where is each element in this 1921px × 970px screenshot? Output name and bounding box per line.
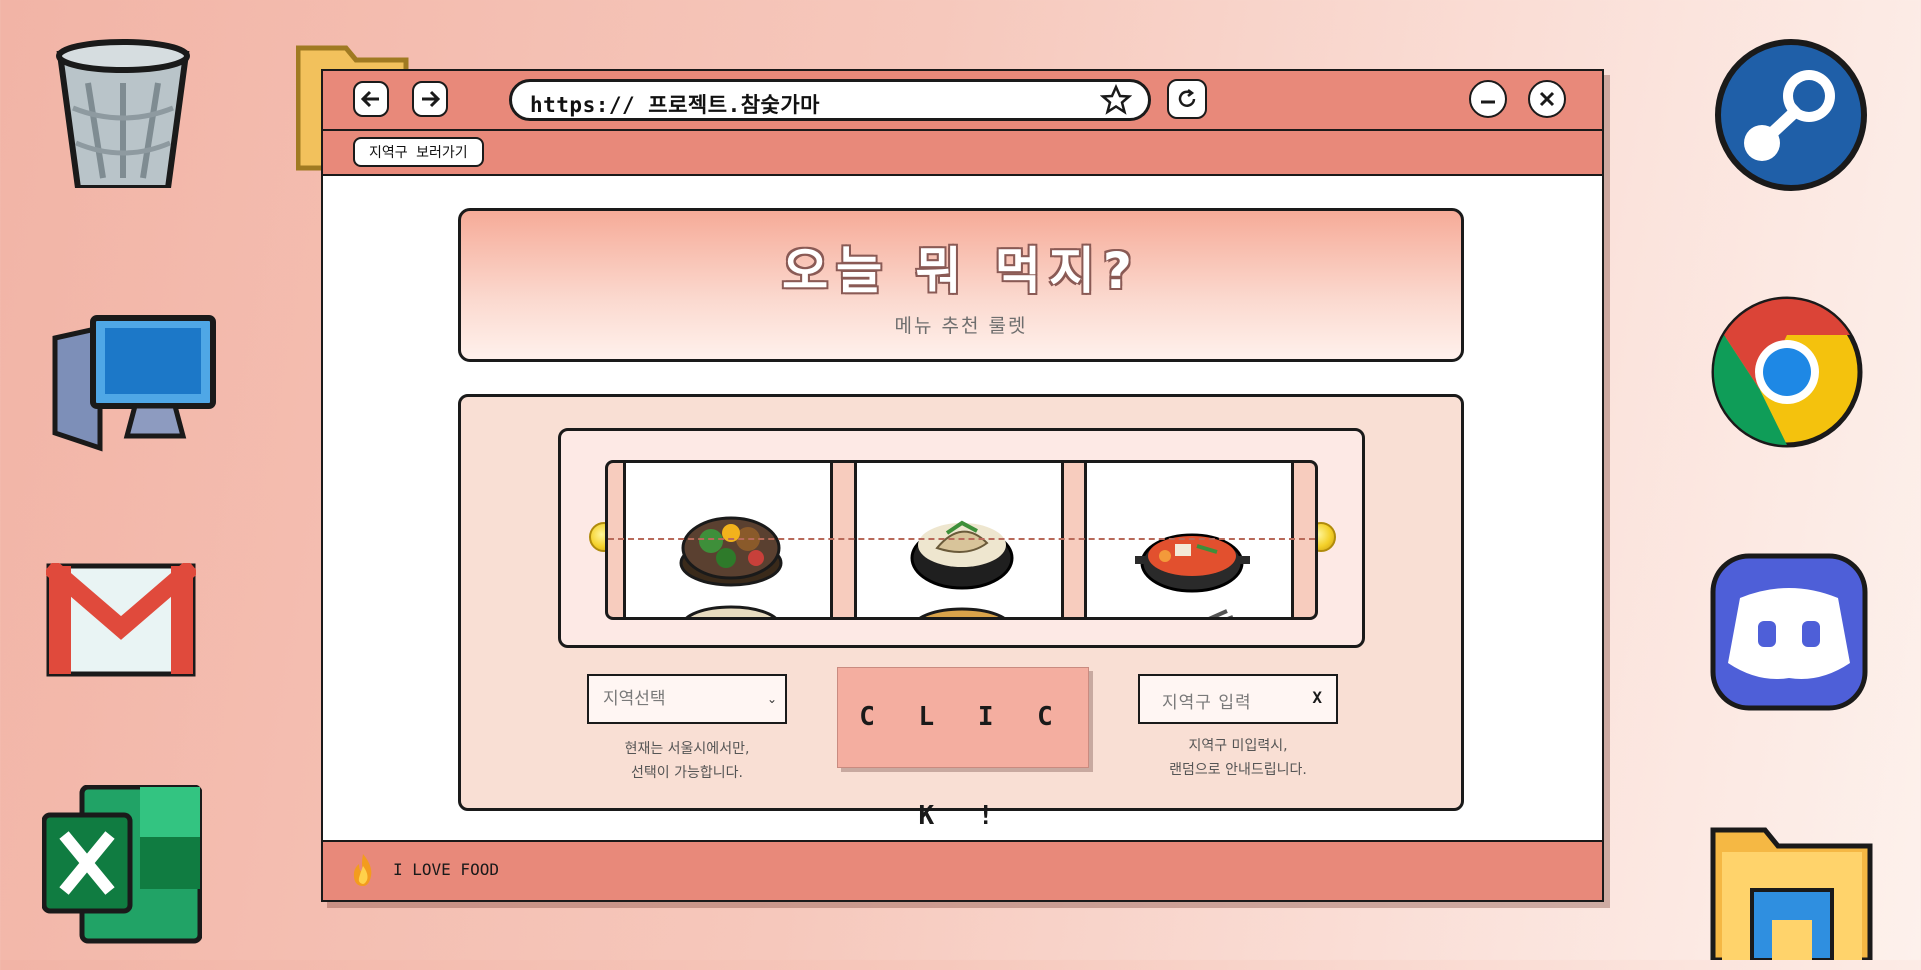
footer-text: I LOVE FOOD <box>393 860 499 879</box>
slot-reels <box>605 460 1318 620</box>
my-computer-icon[interactable] <box>45 308 216 458</box>
steam-icon[interactable] <box>1714 38 1867 191</box>
minimize-icon <box>1481 100 1495 104</box>
address-bar[interactable]: https:// 프로젝트.참숯가마 <box>509 79 1151 121</box>
district-note: 지역구 미입력시, 랜덤으로 안내드립니다. <box>1169 738 1307 778</box>
title-bar: https:// 프로젝트.참숯가마 <box>323 71 1602 131</box>
file-explorer-icon[interactable] <box>1710 820 1873 970</box>
region-note: 현재는 서울시에서만, 선택이 가능합니다. <box>624 741 750 781</box>
bibimbap-icon <box>679 516 783 587</box>
chrome-icon[interactable] <box>1710 295 1863 448</box>
refresh-icon <box>1178 89 1196 107</box>
slot-reel <box>854 463 1064 617</box>
close-button[interactable] <box>1528 80 1566 118</box>
page-subtitle: 메뉴 추천 룰렛 <box>894 315 1028 337</box>
slot-machine-frame <box>558 428 1365 648</box>
excel-icon[interactable] <box>41 784 203 944</box>
clear-input-button[interactable]: X <box>1312 688 1322 707</box>
gmail-icon[interactable] <box>43 559 199 713</box>
chevron-down-icon: ⌄ <box>766 692 777 706</box>
roulette-panel: 지역선택 ⌄ 현재는 서울시에서만, 선택이 가능합니다. C L I C K … <box>458 394 1464 831</box>
spin-button[interactable]: C L I C K ! <box>837 667 1089 831</box>
minimize-button[interactable] <box>1469 80 1507 118</box>
star-icon[interactable] <box>1100 84 1132 116</box>
discord-icon[interactable] <box>1710 553 1868 711</box>
arrow-left-icon <box>360 90 379 108</box>
url-text: https:// 프로젝트.참숯가마 <box>530 93 820 117</box>
rice-bowl-icon <box>685 605 777 617</box>
region-select[interactable]: 지역선택 ⌄ <box>587 674 787 724</box>
region-select-value: 지역선택 <box>603 689 666 709</box>
slot-reel <box>1084 463 1294 617</box>
district-input[interactable]: 지역구 입력 X <box>1138 674 1338 724</box>
bookmark-bar: 지역구 보러가기 <box>323 131 1602 176</box>
fire-icon <box>353 854 372 886</box>
status-bar: I LOVE FOOD <box>323 840 1602 900</box>
stew-pot-icon <box>1135 533 1250 593</box>
browser-window: https:// 프로젝트.참숯가마 지역구 보러가기 오늘 뭐 먹지? 메뉴 … <box>321 69 1604 902</box>
forward-button[interactable] <box>412 81 448 117</box>
header-card: 오늘 뭐 먹지? 메뉴 추천 룰렛 <box>458 208 1464 362</box>
noodle-bowl-icon <box>919 607 1005 617</box>
refresh-button[interactable] <box>1167 79 1207 119</box>
district-input-placeholder: 지역구 입력 <box>1162 693 1252 713</box>
arrow-right-icon <box>422 90 441 108</box>
district-view-button[interactable]: 지역구 보러가기 <box>353 137 484 167</box>
recycle-bin-icon[interactable] <box>48 38 198 191</box>
slot-reel <box>623 463 833 617</box>
chopsticks-icon <box>1208 609 1233 617</box>
samgyetang-icon <box>910 520 1014 590</box>
page-title: 오늘 뭐 먹지? <box>782 242 1140 300</box>
close-icon <box>1539 91 1555 107</box>
payline <box>608 538 1315 540</box>
back-button[interactable] <box>353 81 389 117</box>
